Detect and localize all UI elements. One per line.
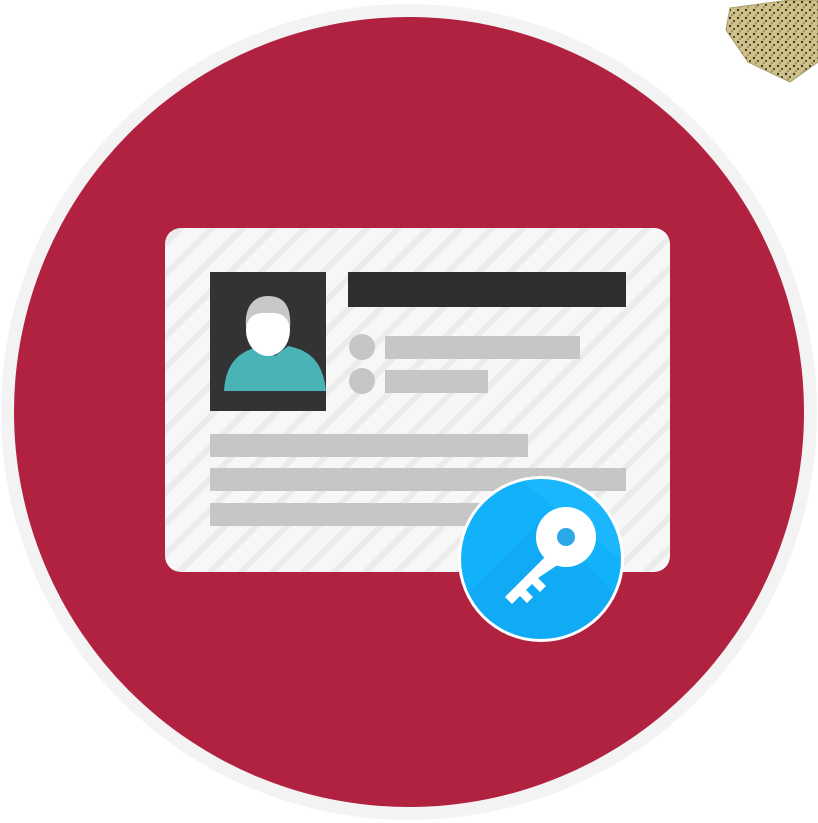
corner-texture-fragment	[725, 0, 818, 83]
info-line-1	[385, 336, 580, 359]
info-line-2	[385, 370, 488, 393]
name-bar	[348, 272, 626, 307]
info-bullet-2	[349, 368, 375, 394]
icon-stage	[0, 0, 818, 823]
body-line-3	[210, 503, 510, 526]
body-line-1	[210, 434, 528, 457]
info-bullet-1	[349, 334, 375, 360]
id-key-illustration	[1, 0, 818, 820]
